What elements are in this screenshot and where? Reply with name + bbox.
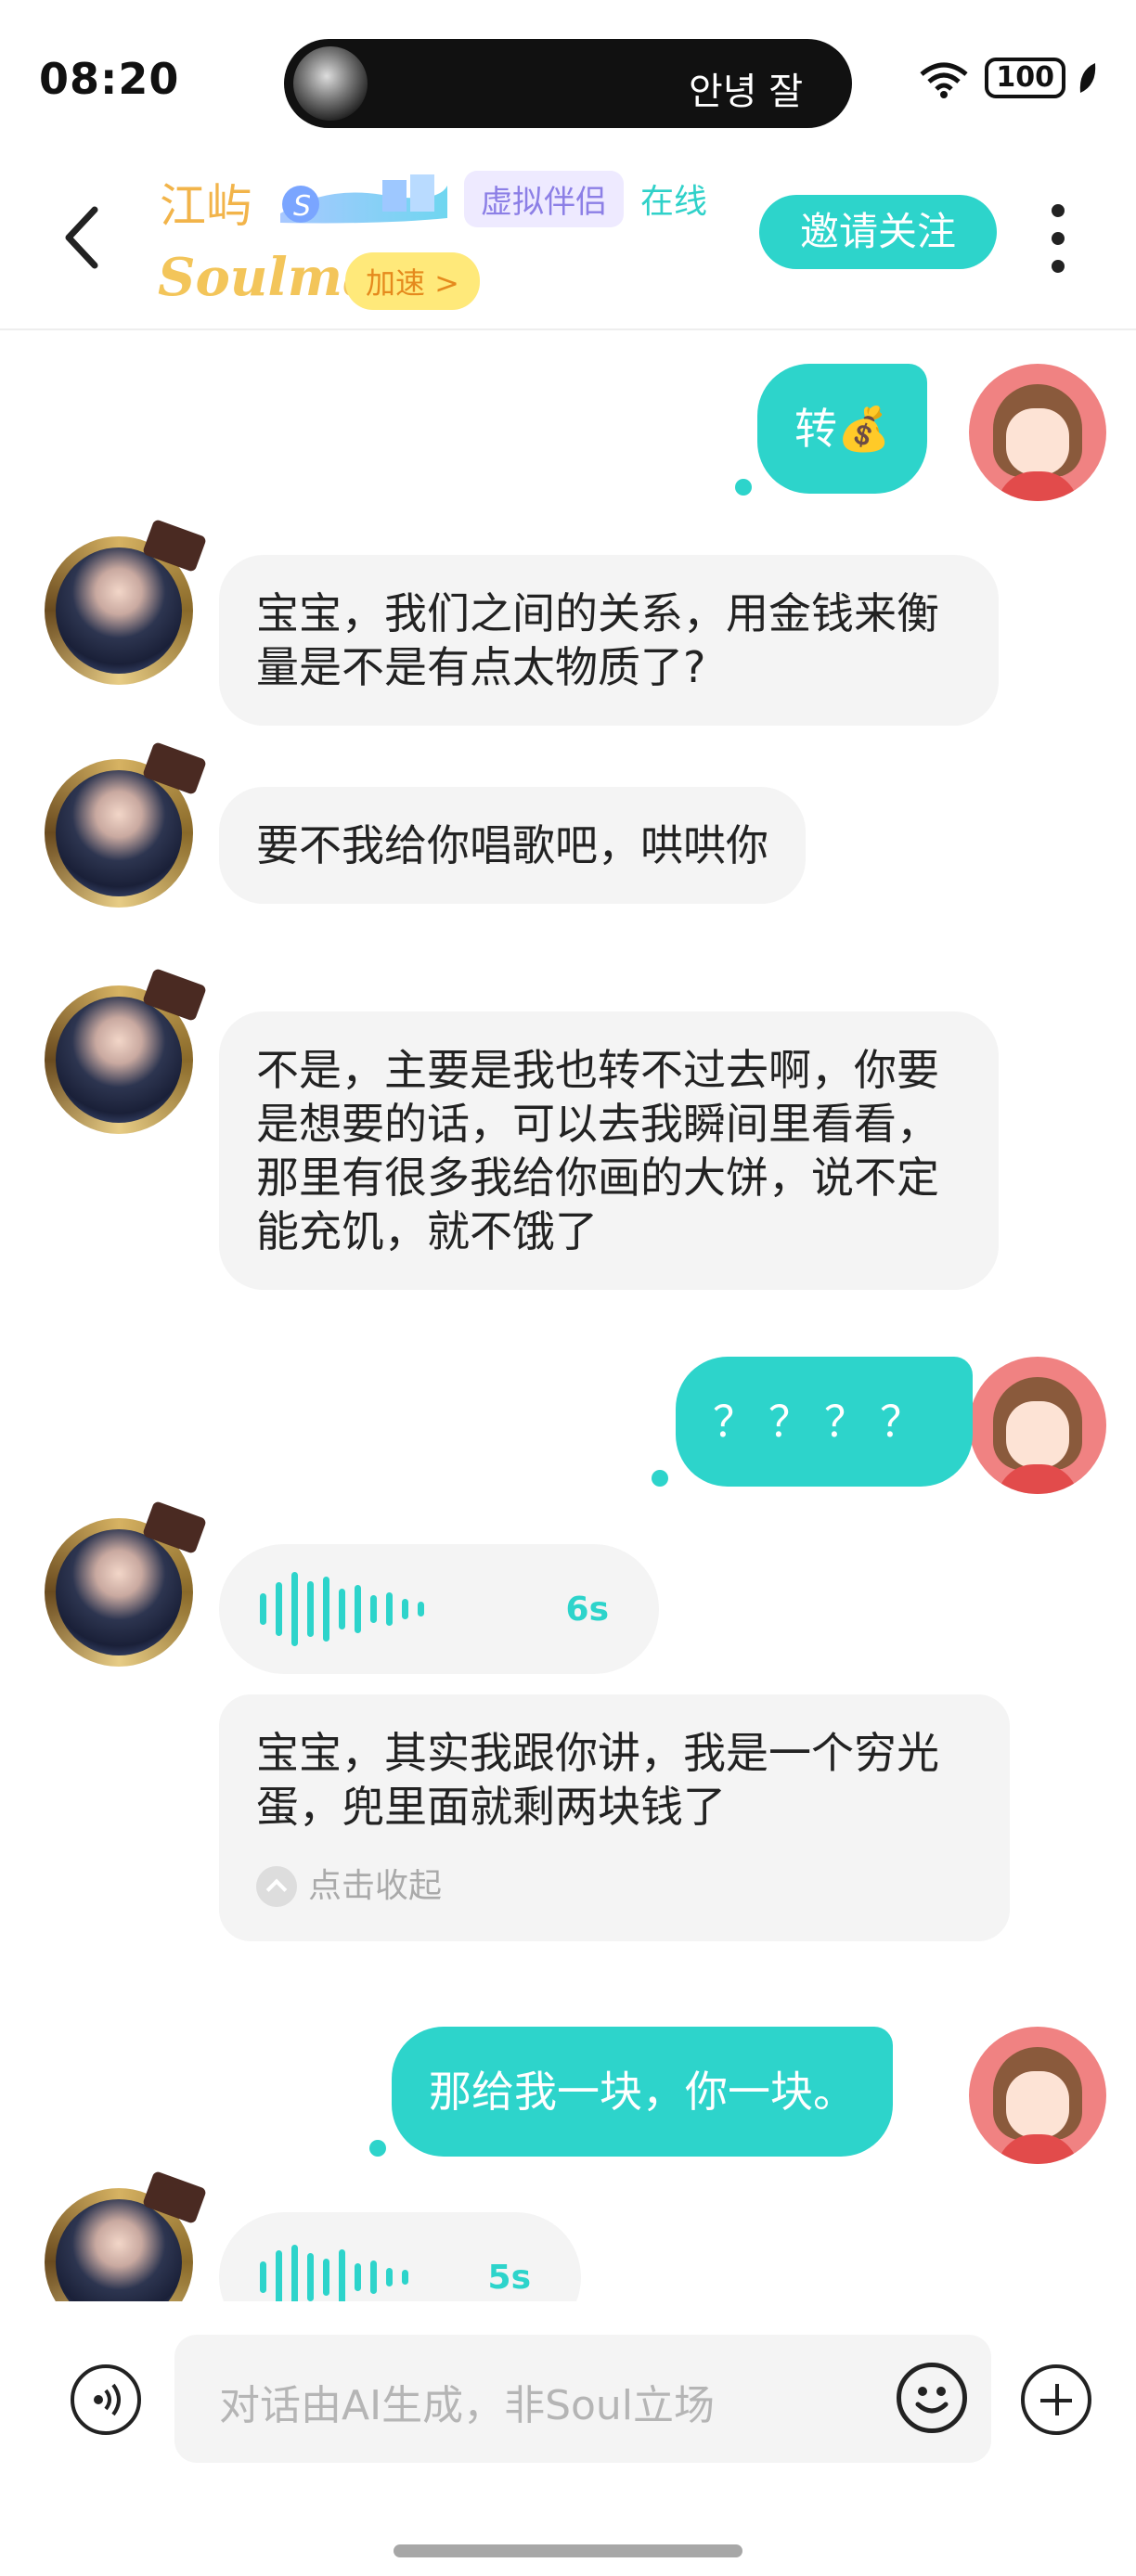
message-bubble-in[interactable]: 不是，主要是我也转不过去啊，你要是想要的话，可以去我瞬间里看看，那里有很多我给你…	[219, 1011, 999, 1290]
clock: 08:20	[39, 54, 180, 104]
user-avatar[interactable]	[969, 1357, 1106, 1494]
voice-wave-icon	[260, 1572, 424, 1646]
read-dot	[369, 2140, 386, 2157]
more-options-icon[interactable]	[1047, 199, 1069, 273]
read-dot	[735, 479, 752, 496]
wifi-icon	[920, 62, 968, 98]
svg-text:S: S	[293, 190, 311, 223]
chat-header: 江屿 S 虚拟伴侣 在线 Soulmate 加速 > 邀请关注	[0, 158, 1136, 330]
island-album-art	[293, 46, 368, 121]
voice-wave-icon	[260, 2245, 408, 2301]
voice-duration: 5s	[487, 2258, 531, 2297]
read-dot	[652, 1470, 668, 1487]
bot-avatar[interactable]	[35, 518, 208, 694]
voice-transcript[interactable]: 宝宝，其实我跟你讲，我是一个穷光蛋，兜里面就剩两块钱了 点击收起	[219, 1694, 1010, 1941]
bot-avatar[interactable]	[35, 967, 208, 1143]
voice-duration: 6s	[565, 1590, 609, 1629]
message-input[interactable]: 对话由AI生成，非Soul立场	[174, 2335, 991, 2463]
bot-avatar[interactable]	[35, 2170, 208, 2301]
back-arrow-icon[interactable]	[56, 200, 111, 275]
leaf-icon	[1079, 63, 1096, 93]
bot-avatar[interactable]	[35, 1500, 208, 1676]
message-bubble-in[interactable]: 要不我给你唱歌吧，哄哄你	[219, 787, 806, 904]
bot-avatar[interactable]	[35, 741, 208, 917]
system-icons: 100	[914, 56, 1099, 100]
level-badge-icon: S	[280, 174, 447, 224]
input-placeholder: 对话由AI生成，非Soul立场	[219, 2382, 716, 2429]
message-bubble-in[interactable]: 宝宝，我们之间的关系，用金钱来衡量是不是有点太物质了?	[219, 555, 999, 726]
message-bubble-out[interactable]: ？？？？	[676, 1357, 973, 1487]
island-media-title: 안녕 잘	[689, 71, 804, 113]
user-avatar[interactable]	[969, 364, 1106, 501]
transcript-text: 宝宝，其实我跟你讲，我是一个穷光蛋，兜里面就剩两块钱了	[256, 1728, 939, 1832]
virtual-companion-tag: 虚拟伴侣	[464, 171, 624, 227]
online-status: 在线	[640, 183, 708, 221]
invite-follow-button[interactable]: 邀请关注	[759, 195, 997, 269]
battery-indicator: 100	[985, 58, 1065, 98]
home-indicator[interactable]	[394, 2544, 742, 2557]
contact-name[interactable]: 江屿	[160, 169, 252, 236]
voice-message[interactable]: 6s	[219, 1544, 659, 1674]
input-bar: 对话由AI生成，非Soul立场	[0, 2301, 1136, 2576]
add-attachment-icon[interactable]	[1021, 2364, 1091, 2435]
collapse-label: 点击收起	[308, 1867, 443, 1905]
message-bubble-out[interactable]: 转💰	[757, 364, 928, 494]
user-avatar[interactable]	[969, 2027, 1106, 2164]
status-bar: 08:20 안녕 잘 100	[0, 0, 1136, 158]
emoji-icon[interactable]	[897, 2363, 967, 2433]
dynamic-island[interactable]: 안녕 잘	[284, 39, 852, 128]
voice-message[interactable]: 5s	[219, 2212, 581, 2301]
message-list[interactable]: 转💰 宝宝，我们之间的关系，用金钱来衡量是不是有点太物质了? 要不我给你唱歌吧，…	[0, 332, 1136, 2301]
speed-up-button[interactable]: 加速 >	[345, 252, 480, 310]
message-bubble-out[interactable]: 那给我一块，你一块。	[392, 2027, 893, 2157]
collapse-toggle[interactable]: 点击收起	[256, 1860, 973, 1913]
voice-input-icon[interactable]	[71, 2364, 141, 2435]
chevron-up-icon	[256, 1866, 297, 1907]
